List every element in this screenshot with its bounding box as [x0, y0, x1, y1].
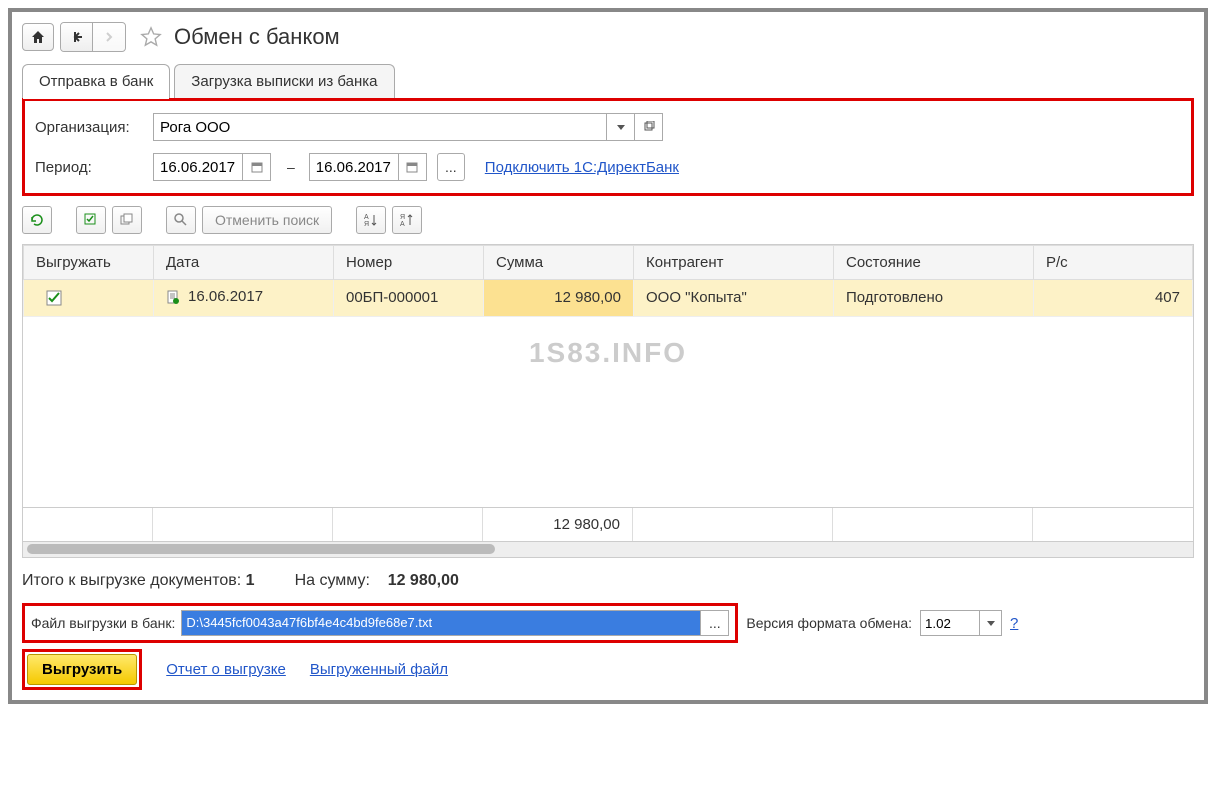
svg-text:А: А [400, 221, 405, 228]
connect-directbank-link[interactable]: Подключить 1С:ДиректБанк [485, 159, 679, 176]
back-button[interactable] [61, 23, 93, 51]
summary-sum-label: На сумму: [295, 572, 370, 589]
svg-text:Я: Я [400, 214, 405, 221]
table-panel: Выгружать Дата Номер Сумма Контрагент Со… [22, 244, 1194, 558]
version-dropdown-icon[interactable] [980, 610, 1002, 636]
col-status[interactable]: Состояние [834, 246, 1034, 280]
cell-sum: 12 980,00 [484, 280, 634, 317]
forward-button[interactable] [93, 23, 125, 51]
date-from-calendar-icon[interactable] [243, 153, 271, 181]
check-all-button[interactable] [76, 206, 106, 234]
checkmark-icon [46, 290, 141, 306]
sort-desc-button[interactable]: ЯА [392, 206, 422, 234]
table-row[interactable]: 16.06.2017 00БП-000001 12 980,00 ООО "Ко… [24, 280, 1193, 317]
date-to-calendar-icon[interactable] [399, 153, 427, 181]
org-dropdown-button[interactable] [607, 113, 635, 141]
version-label: Версия формата обмена: [746, 615, 912, 631]
search-button[interactable] [166, 206, 196, 234]
footer-sum: 12 980,00 [483, 508, 633, 541]
date-to-input[interactable] [309, 153, 399, 181]
documents-table: Выгружать Дата Номер Сумма Контрагент Со… [23, 245, 1193, 317]
uncheck-all-button[interactable] [112, 206, 142, 234]
home-button[interactable] [22, 23, 54, 51]
date-from-input[interactable] [153, 153, 243, 181]
tab-send-to-bank[interactable]: Отправка в банк [22, 64, 170, 98]
table-empty-area: 1S83.INFO [23, 317, 1193, 507]
table-footer: 12 980,00 [23, 507, 1193, 541]
scrollbar-thumb[interactable] [27, 544, 495, 554]
summary-docs-label: Итого к выгрузке документов: [22, 572, 241, 589]
document-icon [166, 290, 180, 304]
summary-sum-value: 12 980,00 [388, 572, 459, 589]
file-label: Файл выгрузки в банк: [31, 615, 175, 631]
export-highlight: Выгрузить [22, 649, 142, 690]
file-browse-button[interactable]: ... [701, 610, 729, 636]
cell-account: 407 [1034, 280, 1193, 317]
org-open-button[interactable] [635, 113, 663, 141]
export-button[interactable]: Выгрузить [27, 654, 137, 685]
main-window: Обмен с банком Отправка в банк Загрузка … [8, 8, 1208, 704]
col-account[interactable]: Р/с [1034, 246, 1193, 280]
org-label: Организация: [35, 119, 145, 136]
date-dash: – [287, 159, 295, 175]
file-row: Файл выгрузки в банк: ... Версия формата… [22, 604, 1194, 643]
col-sum[interactable]: Сумма [484, 246, 634, 280]
svg-text:Я: Я [364, 221, 369, 228]
version-select-group [920, 610, 1002, 636]
toolbar: Отменить поиск АЯ ЯА [22, 196, 1194, 244]
org-input-group [153, 113, 663, 141]
period-row: Период: – ... Подключить 1С:ДиректБанк [35, 147, 1181, 187]
file-highlight: Файл выгрузки в банк: ... [22, 603, 738, 643]
action-row: Выгрузить Отчет о выгрузке Выгруженный ф… [22, 649, 1194, 690]
tabs: Отправка в банк Загрузка выписки из банк… [22, 64, 1194, 99]
date-from [153, 153, 273, 181]
version-select[interactable] [920, 610, 980, 636]
cancel-search-button[interactable]: Отменить поиск [202, 206, 332, 234]
period-label: Период: [35, 159, 145, 176]
sort-asc-button[interactable]: АЯ [356, 206, 386, 234]
org-row: Организация: [35, 107, 1181, 147]
file-input-group: ... [181, 610, 729, 636]
cell-date: 16.06.2017 [154, 280, 334, 317]
exported-file-link[interactable]: Выгруженный файл [310, 661, 448, 678]
cell-export[interactable] [24, 280, 154, 317]
table-header-row: Выгружать Дата Номер Сумма Контрагент Со… [24, 246, 1193, 280]
col-export[interactable]: Выгружать [24, 246, 154, 280]
cell-status: Подготовлено [834, 280, 1034, 317]
refresh-button[interactable] [22, 206, 52, 234]
help-icon[interactable]: ? [1010, 615, 1018, 632]
titlebar: Обмен с банком [22, 18, 1194, 64]
col-date[interactable]: Дата [154, 246, 334, 280]
page-title: Обмен с банком [174, 24, 340, 50]
date-to [309, 153, 429, 181]
filter-panel-highlight: Организация: Период: – [22, 98, 1194, 196]
summary-docs-count: 1 [246, 572, 255, 589]
period-select-button[interactable]: ... [437, 153, 465, 181]
file-path-input[interactable] [181, 610, 701, 636]
col-agent[interactable]: Контрагент [634, 246, 834, 280]
summary-row: Итого к выгрузке документов: 1 На сумму:… [22, 558, 1194, 604]
nav-back-forward [60, 22, 126, 52]
report-link[interactable]: Отчет о выгрузке [166, 661, 286, 678]
watermark: 1S83.INFO [529, 337, 687, 369]
svg-text:А: А [364, 214, 369, 221]
col-number[interactable]: Номер [334, 246, 484, 280]
favorite-icon[interactable] [140, 26, 162, 48]
tab-load-statement[interactable]: Загрузка выписки из банка [174, 64, 394, 98]
cell-number: 00БП-000001 [334, 280, 484, 317]
cell-agent: ООО "Копыта" [634, 280, 834, 317]
horizontal-scrollbar[interactable] [23, 541, 1193, 557]
org-input[interactable] [153, 113, 607, 141]
